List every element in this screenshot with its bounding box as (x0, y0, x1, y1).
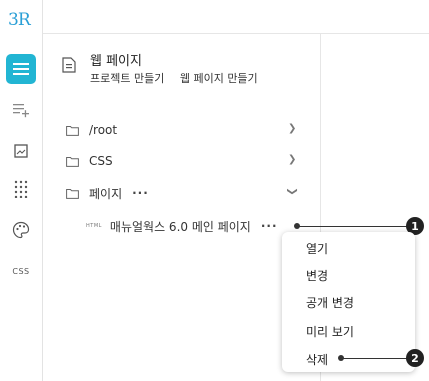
callout-line (341, 358, 409, 359)
image-button[interactable] (6, 136, 36, 166)
document-icon (62, 57, 76, 73)
tree-item-label: CSS (89, 154, 113, 168)
context-menu: 열기 변경 공개 변경 미리 보기 삭제 (282, 232, 415, 372)
folder-icon (66, 188, 79, 199)
css-icon: CSS (12, 266, 30, 276)
menu-item-delete[interactable]: 삭제 (306, 351, 328, 368)
tree-item-css[interactable]: CSS (66, 152, 113, 170)
menu-button[interactable] (6, 54, 36, 84)
html-file-icon: HTML (86, 223, 102, 229)
menu-item-preview[interactable]: 미리 보기 (306, 323, 354, 340)
file-more-options-button[interactable]: ··· (261, 219, 278, 233)
chevron-right-icon[interactable]: ❯ (288, 154, 296, 165)
components-button[interactable] (6, 174, 36, 204)
tree-item-label: /root (89, 123, 118, 137)
top-bar (43, 0, 429, 34)
grid-dots-icon (14, 180, 28, 198)
css-button[interactable]: CSS (6, 256, 36, 286)
list-add-icon (13, 104, 29, 118)
tree-file-item[interactable]: HTML 매뉴얼웍스 6.0 메인 페이지 ··· (86, 217, 278, 235)
menu-item-rename[interactable]: 변경 (306, 267, 328, 284)
more-options-button[interactable]: ··· (132, 186, 149, 200)
add-list-button[interactable] (6, 95, 36, 125)
palette-icon (12, 221, 30, 239)
folder-icon (66, 125, 79, 136)
tree-item-label: 페이지 (89, 186, 123, 201)
image-icon (14, 144, 28, 158)
breadcrumb-item[interactable]: 웹 페이지 만들기 (180, 72, 258, 85)
tree-item-root[interactable]: /root (66, 121, 117, 139)
menu-item-open[interactable]: 열기 (306, 240, 328, 257)
page-title: 웹 페이지 (90, 54, 142, 69)
menu-item-change-visibility[interactable]: 공개 변경 (306, 294, 354, 311)
theme-button[interactable] (6, 215, 36, 245)
tree-item-pages[interactable]: 페이지 ··· (66, 184, 149, 202)
breadcrumb-item[interactable]: 프로젝트 만들기 (90, 72, 164, 85)
callout-line (297, 226, 409, 227)
left-rail: 3R CSS (0, 0, 43, 381)
menu-icon (13, 63, 29, 75)
chevron-right-icon[interactable]: ❯ (288, 123, 296, 134)
file-label: 매뉴얼웍스 6.0 메인 페이지 (109, 219, 251, 234)
breadcrumb: 프로젝트 만들기 웹 페이지 만들기 (90, 70, 270, 86)
app-logo: 3R (8, 10, 31, 30)
chevron-down-icon[interactable]: ❯ (287, 187, 298, 195)
callout-badge: 2 (406, 349, 424, 367)
folder-icon (66, 156, 79, 167)
